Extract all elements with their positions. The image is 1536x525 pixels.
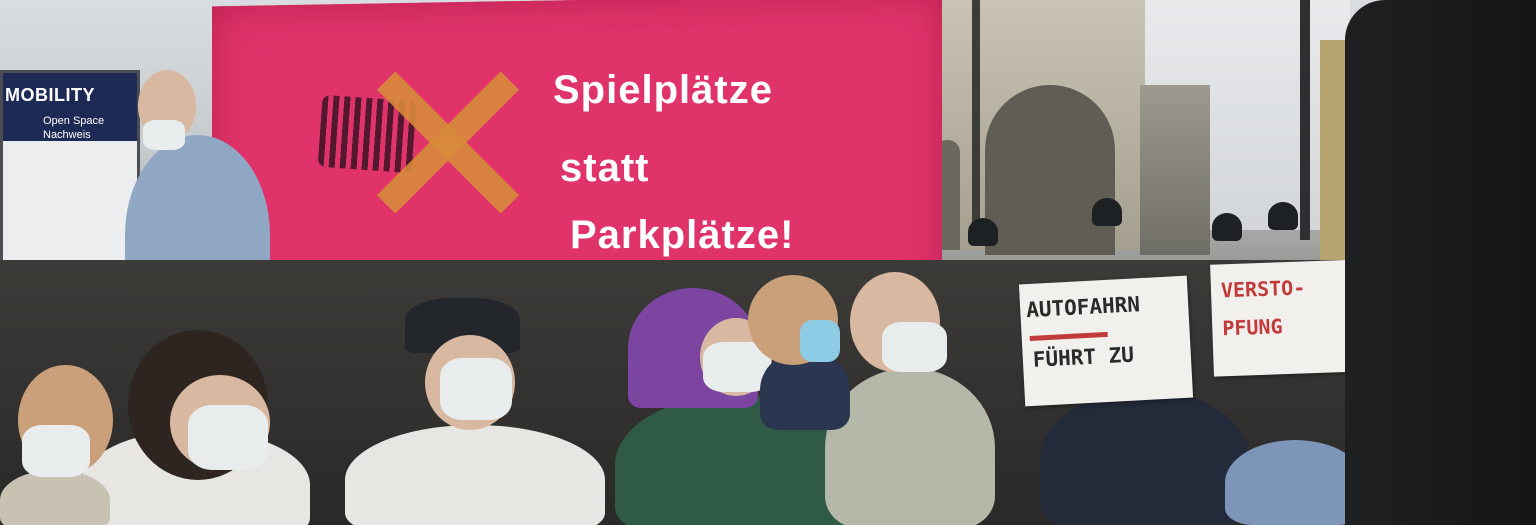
street-pole [972,0,980,230]
face-mask [22,425,90,477]
face-mask [188,405,268,470]
sign-text-line-1: AUTOFAHRN [1025,292,1141,323]
banner-text-line-2: statt [560,146,650,190]
police-helmet [1212,213,1242,241]
face-mask [800,320,840,362]
protester-cap-man [345,425,605,525]
info-board-subtitle-2: Nachweis [43,129,91,141]
banner-text-line-1: Spielplätze [553,68,773,112]
police-helmet [968,218,998,246]
sign-text-line-2: PFUNG [1221,314,1283,341]
face-mask [882,322,947,372]
sign-text-line-1: VERSTO- [1220,275,1306,303]
protest-sign-autofahrn: AUTOFAHRN FÜHRT ZU [1018,275,1194,407]
info-board-title: MOBILITY [5,85,95,105]
protest-photo: MOBILITY Open Space Nachweis Spielplätze… [0,0,1536,525]
sign-text-line-2: FÜHRT ZU [1032,342,1135,372]
protester-grey-shirt [825,368,995,525]
protester-jeans [1225,440,1365,525]
building-arch [985,85,1115,255]
cross-mark-graphic [370,60,520,220]
face-mask [440,358,512,420]
protester-sign-holder [1040,390,1250,525]
light-mast [1300,0,1310,240]
banner-text-line-3: Parkplätze! [570,213,795,257]
face-mask [143,120,185,150]
police-helmet [1092,198,1122,226]
police-officer-foreground [1345,0,1536,525]
sign-underline [1029,331,1108,341]
side-building [1140,85,1210,255]
info-board-subtitle: Open Space [43,115,105,127]
police-helmet [1268,202,1298,230]
protest-sign-verstopfung: VERSTO- PFUNG [1210,259,1367,377]
protester-left-edge [0,470,110,525]
